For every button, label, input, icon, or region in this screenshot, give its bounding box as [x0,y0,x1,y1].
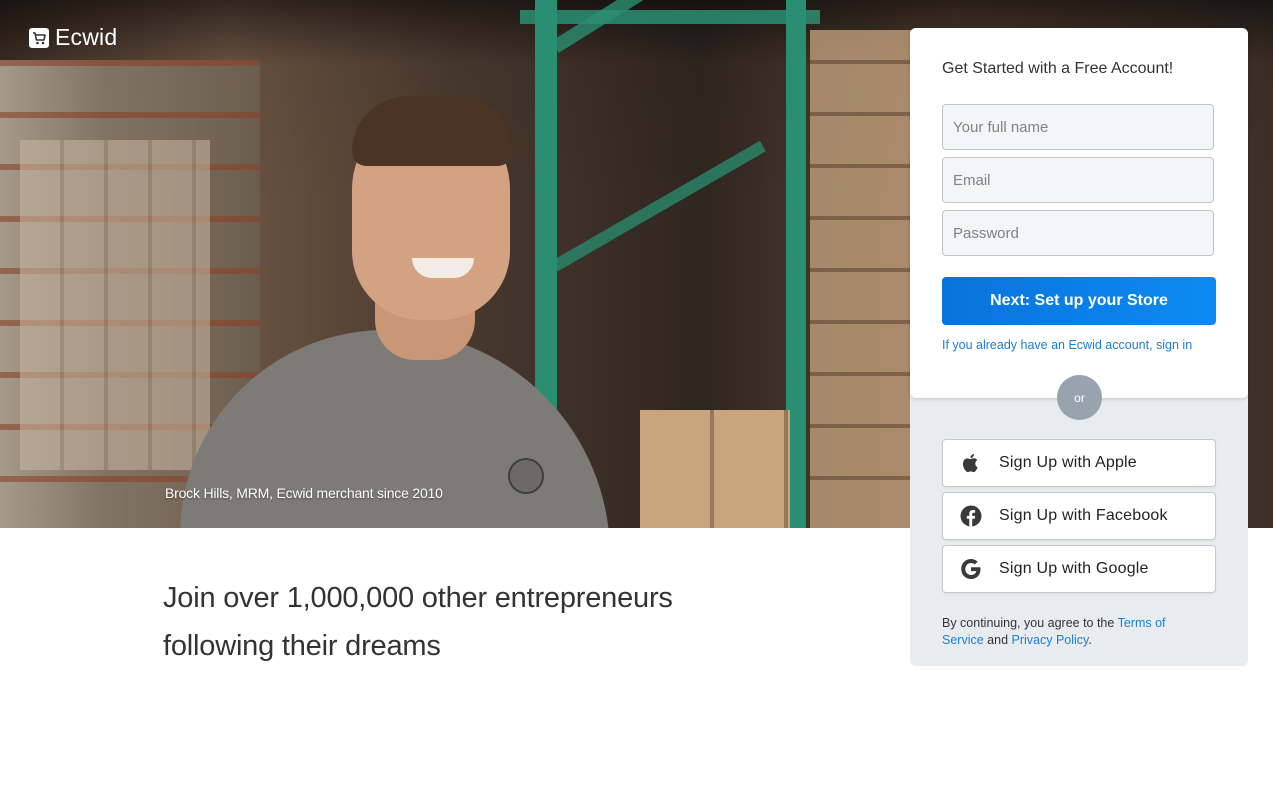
photo-caption: Brock Hills, MRM, Ecwid merchant since 2… [165,485,443,501]
terms-notice: By continuing, you agree to the Terms of… [942,615,1204,649]
signup-apple-label: Sign Up with Apple [999,454,1137,471]
signup-facebook-button[interactable]: Sign Up with Facebook [942,492,1216,540]
signin-link[interactable]: If you already have an Ecwid account, si… [942,338,1192,352]
rack-beam [520,10,820,24]
signup-title: Get Started with a Free Account! [942,60,1174,77]
privacy-policy-link[interactable]: Privacy Policy [1012,633,1089,647]
brand-logo[interactable]: Ecwid [29,24,117,51]
facebook-icon [959,504,983,528]
warehouse-boxes [640,410,790,528]
or-divider: or [1057,375,1102,420]
signup-facebook-label: Sign Up with Facebook [999,507,1168,524]
terms-and: and [987,633,1009,647]
password-input[interactable] [942,210,1214,256]
rack-brace [552,140,766,272]
rack-brace [551,0,763,53]
tagline: Join over 1,000,000 other entrepreneurs … [163,582,673,662]
email-input[interactable] [942,157,1214,203]
signup-google-button[interactable]: Sign Up with Google [942,545,1216,593]
cart-icon [29,27,49,48]
terms-suffix: . [1088,633,1092,647]
shirt-logo [508,458,544,494]
brand-name: Ecwid [55,24,118,50]
warehouse-boxes [810,30,920,528]
warehouse-boxes [20,140,210,470]
signup-google-label: Sign Up with Google [999,560,1149,577]
next-setup-store-button[interactable]: Next: Set up your Store [942,277,1216,325]
terms-prefix: By continuing, you agree to the [942,616,1115,630]
google-icon [959,557,983,581]
full-name-input[interactable] [942,104,1214,150]
signup-apple-button[interactable]: Sign Up with Apple [942,439,1216,487]
apple-icon [959,451,983,475]
person-hair [352,96,512,166]
